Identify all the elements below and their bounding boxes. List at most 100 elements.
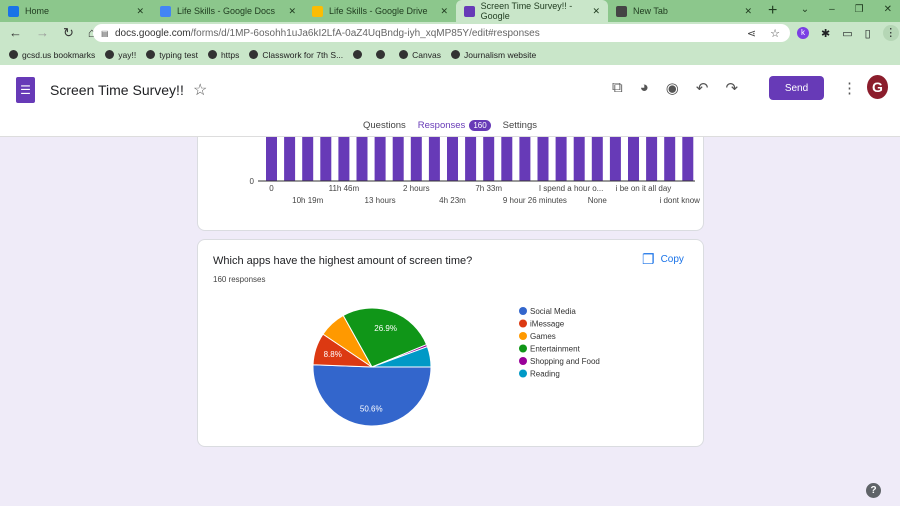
browser-menu-icon[interactable]: ⋮ <box>882 25 899 41</box>
tab-responses-label: Responses <box>417 120 466 131</box>
legend-marker <box>519 332 527 340</box>
bookmark-item[interactable]: yay!! <box>105 49 136 60</box>
tab-responses[interactable]: Responses 160 <box>415 120 519 147</box>
bar <box>465 137 477 181</box>
tab-favicon-icon <box>464 5 475 17</box>
tab-label: Screen Time Survey!! - Google <box>480 1 573 21</box>
back-icon[interactable]: ← <box>9 25 22 41</box>
bookmark-item[interactable] <box>376 49 389 60</box>
bookmark-item[interactable] <box>353 49 366 60</box>
browser-tab[interactable]: Life Skills - Google Drive ✕ <box>304 0 456 22</box>
x-tick-label: 7h 33m <box>475 184 502 193</box>
bookmark-item[interactable]: https <box>207 49 240 60</box>
bookmark-item[interactable]: Journalism website <box>450 49 536 60</box>
share-icon[interactable]: ⋖ <box>747 27 756 40</box>
tab-favicon-icon <box>160 5 171 17</box>
bar <box>392 137 404 181</box>
tab-search-icon[interactable]: ⌄ <box>801 4 809 15</box>
form-title[interactable]: Screen Time Survey!! <box>50 82 184 98</box>
browser-tab[interactable]: Screen Time Survey!! - Google ✕ <box>456 0 608 22</box>
bookmark-label: gcsd.us bookmarks <box>22 49 96 60</box>
bookmark-icon <box>146 49 156 59</box>
more-options-icon[interactable]: ⋮ <box>842 79 857 97</box>
browser-tab[interactable]: New Tab ✕ <box>608 0 760 22</box>
close-window-icon[interactable]: ✕ <box>884 4 892 15</box>
bookmark-item[interactable]: Canvas <box>399 49 441 60</box>
restore-icon[interactable]: ❐ <box>855 4 864 15</box>
cast-icon[interactable]: ▭ <box>842 27 852 40</box>
window-controls: ⌄ – ❐ ✕ <box>801 4 892 15</box>
bookmark-item[interactable]: Classwork for 7th S... <box>249 49 344 60</box>
bar <box>447 137 458 181</box>
redo-icon[interactable]: ↷ <box>725 79 738 97</box>
x-tick-label: I spend a hour o... <box>539 184 604 193</box>
bar <box>609 137 621 181</box>
url-host: docs.google.com <box>115 27 191 39</box>
bar <box>537 137 549 181</box>
legend-label: Games <box>530 332 556 341</box>
avatar[interactable]: G <box>867 75 888 99</box>
legend-label: Entertainment <box>530 345 581 354</box>
undo-icon[interactable]: ↶ <box>696 79 709 97</box>
help-icon[interactable]: ? <box>866 483 881 498</box>
extension-k-icon[interactable]: k <box>797 27 809 39</box>
x-tick-label: i dont know <box>659 196 700 205</box>
site-info-icon[interactable]: ▤ <box>101 29 109 38</box>
bar <box>682 137 694 181</box>
tab-label: Life Skills - Google Docs <box>177 6 276 16</box>
bookmark-star-icon[interactable]: ☆ <box>770 27 780 40</box>
bar <box>356 137 368 181</box>
legend-label: Social Media <box>530 307 576 316</box>
new-tab-icon[interactable]: + <box>768 2 777 20</box>
star-icon[interactable]: ☆ <box>193 80 207 100</box>
bookmark-label: https <box>220 49 240 60</box>
forward-icon[interactable]: → <box>36 25 49 41</box>
palette-icon[interactable]: ◕ <box>640 79 649 97</box>
side-panel-icon[interactable]: ▯ <box>865 27 871 40</box>
send-button[interactable]: Send <box>769 76 824 100</box>
bookmark-item[interactable]: gcsd.us bookmarks <box>9 49 96 60</box>
close-tab-icon[interactable]: ✕ <box>592 6 600 17</box>
bookmark-icon <box>399 49 409 59</box>
bookmark-icon <box>105 49 115 59</box>
bookmark-label: Classwork for 7th S... <box>262 49 344 60</box>
bookmark-icon <box>207 49 217 59</box>
tab-questions[interactable]: Questions <box>363 120 406 137</box>
url-bar[interactable]: ▤ docs.google.com/forms/d/1MP-6osohh1uJa… <box>93 24 790 42</box>
close-tab-icon[interactable]: ✕ <box>136 6 144 17</box>
preview-eye-icon[interactable]: ◉ <box>666 79 679 97</box>
bar <box>410 137 422 181</box>
bar-chart-card: 0 0 10h 19m 11h 46m 13 hours 2 hours 4h 23m 7h … <box>197 137 704 231</box>
close-tab-icon[interactable]: ✕ <box>744 6 752 17</box>
reload-icon[interactable]: ↻ <box>63 25 74 41</box>
close-tab-icon[interactable]: ✕ <box>440 6 448 17</box>
pie-chart: 50.6% Social Media 8.8% iMessage Games 26.9% E… <box>312 307 600 427</box>
bookmark-icon <box>353 49 363 59</box>
bar <box>428 137 440 181</box>
browser-tab[interactable]: Life Skills - Google Docs ✕ <box>152 0 304 22</box>
bar <box>284 137 296 181</box>
bookmark-item[interactable]: typing test <box>146 49 198 60</box>
close-tab-icon[interactable]: ✕ <box>288 6 296 17</box>
x-tick-label: 2 hours <box>403 184 430 193</box>
x-tick-label: 9 hour 26 minutes <box>503 196 567 205</box>
minimize-icon[interactable]: – <box>829 4 835 15</box>
forms-logo-icon[interactable]: ☰ <box>16 77 35 103</box>
bar <box>519 137 531 181</box>
tab-label: Life Skills - Google Drive <box>329 6 428 16</box>
tab-settings[interactable]: Settings <box>503 120 537 137</box>
bookmark-icon <box>9 49 18 59</box>
bar <box>374 137 386 181</box>
bar <box>320 137 332 181</box>
bar <box>573 137 585 181</box>
legend-marker <box>519 319 527 328</box>
addons-icon[interactable]: ⧉ <box>612 79 623 97</box>
browser-tab[interactable]: Home ✕ <box>0 0 152 22</box>
pie-slice-label: 8.8% <box>324 350 342 359</box>
pie-chart-card: Which apps have the highest amount of sc… <box>197 239 704 447</box>
x-tick-label: 10h 19m <box>292 196 323 205</box>
bookmarks-bar: gcsd.us bookmarks yay!! typing test https Cl… <box>0 44 900 65</box>
extensions-icon[interactable]: ✱ <box>821 27 830 40</box>
legend-marker <box>519 369 527 378</box>
tab-label: Home <box>25 6 50 16</box>
